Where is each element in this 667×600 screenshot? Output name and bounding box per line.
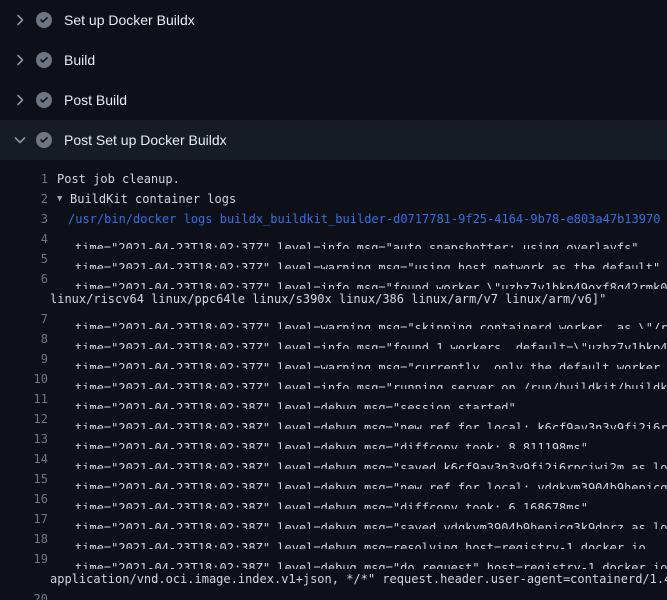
log-content: 1 Post job cleanup. 2 ▼BuildKit container l… (0, 160, 667, 600)
log-row: 18 time="2021-04-23T18:02:38Z" level=debu… (0, 529, 667, 549)
chevron-right-icon[interactable] (12, 92, 28, 108)
workflow-log-viewer: Set up Docker Buildx Build Post Build Po… (0, 0, 667, 600)
log-row: application/vnd.oci.image.index.v1+json,… (0, 569, 667, 589)
log-row: 2 ▼BuildKit container logs (0, 189, 667, 209)
line-number[interactable]: 10 (0, 369, 48, 389)
log-text: time="2021-04-23T18:02:38Z" level=debug … (75, 449, 667, 469)
step-header-build[interactable]: Build (0, 40, 667, 80)
line-number[interactable]: 18 (0, 529, 48, 549)
log-text: time="2021-04-23T18:02:37Z" level=info m… (75, 269, 667, 289)
line-number[interactable]: 4 (0, 229, 48, 249)
log-text: time="2021-04-23T18:02:37Z" level=warnin… (75, 309, 667, 329)
log-group-title: BuildKit container logs (70, 189, 236, 209)
line-number[interactable]: 11 (0, 389, 48, 409)
log-command-text: /usr/bin/docker logs buildx_buildkit_bui… (68, 209, 660, 229)
log-text: application/vnd.oci.image.index.v1+json,… (50, 569, 667, 589)
log-text: time="2021-04-23T18:02:37Z" level=info m… (75, 369, 667, 389)
log-row: 20 time="2021-04-23T18:02:38Z" level=debu… (0, 589, 667, 600)
log-row: 8 time="2021-04-23T18:02:37Z" level=info … (0, 329, 667, 349)
group-toggle-icon[interactable]: ▼ (57, 189, 70, 209)
log-text: time="2021-04-23T18:02:38Z" level=debug … (75, 529, 646, 549)
line-number (0, 569, 48, 589)
line-number[interactable]: 14 (0, 449, 48, 469)
log-text: time="2021-04-23T18:02:38Z" level=debug … (75, 409, 667, 429)
log-row: 17 time="2021-04-23T18:02:38Z" level=debu… (0, 509, 667, 529)
line-number[interactable]: 3 (0, 209, 48, 229)
check-circle-icon (36, 12, 52, 28)
check-circle-icon (36, 52, 52, 68)
log-row: 15 time="2021-04-23T18:02:38Z" level=debu… (0, 469, 667, 489)
log-text: time="2021-04-23T18:02:38Z" level=debug … (75, 589, 667, 600)
log-row: 9 time="2021-04-23T18:02:37Z" level=warni… (0, 349, 667, 369)
log-row: 16 time="2021-04-23T18:02:38Z" level=debu… (0, 489, 667, 509)
log-row: 11 time="2021-04-23T18:02:38Z" level=debu… (0, 389, 667, 409)
log-text: time="2021-04-23T18:02:38Z" level=debug … (75, 489, 588, 509)
log-text: time="2021-04-23T18:02:38Z" level=debug … (75, 549, 667, 569)
line-number[interactable]: 5 (0, 249, 48, 269)
log-row: 12 time="2021-04-23T18:02:38Z" level=debu… (0, 409, 667, 429)
line-number[interactable]: 6 (0, 269, 48, 289)
step-label: Post Set up Docker Buildx (64, 120, 227, 160)
line-number[interactable]: 8 (0, 329, 48, 349)
chevron-right-icon[interactable] (12, 12, 28, 28)
line-number[interactable]: 17 (0, 509, 48, 529)
check-circle-icon (36, 132, 52, 148)
chevron-right-icon[interactable] (12, 52, 28, 68)
chevron-down-icon[interactable] (12, 132, 28, 148)
step-label: Set up Docker Buildx (64, 0, 195, 40)
log-text: time="2021-04-23T18:02:37Z" level=info m… (75, 229, 639, 249)
check-circle-icon (36, 92, 52, 108)
log-text: time="2021-04-23T18:02:37Z" level=warnin… (75, 349, 667, 369)
log-row: 7 time="2021-04-23T18:02:37Z" level=warni… (0, 309, 667, 329)
log-text: time="2021-04-23T18:02:37Z" level=info m… (75, 329, 667, 349)
log-text: time="2021-04-23T18:02:38Z" level=debug … (75, 389, 516, 409)
line-number[interactable]: 2 (0, 189, 48, 209)
log-row: 13 time="2021-04-23T18:02:38Z" level=debu… (0, 429, 667, 449)
log-text: time="2021-04-23T18:02:38Z" level=debug … (75, 469, 667, 489)
log-row: 19 time="2021-04-23T18:02:38Z" level=debu… (0, 549, 667, 569)
log-row: 1 Post job cleanup. (0, 169, 667, 189)
line-number[interactable]: 7 (0, 309, 48, 329)
log-row: 3/usr/bin/docker logs buildx_buildkit_bu… (0, 209, 667, 229)
line-number[interactable]: 1 (0, 169, 48, 189)
log-text: time="2021-04-23T18:02:38Z" level=debug … (75, 509, 667, 529)
log-row: linux/riscv64 linux/ppc64le linux/s390x … (0, 289, 667, 309)
step-header-post-build[interactable]: Post Build (0, 80, 667, 120)
line-number[interactable]: 16 (0, 489, 48, 509)
log-row: 5 time="2021-04-23T18:02:37Z" level=warni… (0, 249, 667, 269)
log-text: time="2021-04-23T18:02:37Z" level=warnin… (75, 249, 660, 269)
step-label: Post Build (64, 80, 127, 120)
log-row: 14 time="2021-04-23T18:02:38Z" level=debu… (0, 449, 667, 469)
line-number[interactable]: 19 (0, 549, 48, 569)
log-row: 10 time="2021-04-23T18:02:37Z" level=info… (0, 369, 667, 389)
log-text: Post job cleanup. (57, 169, 180, 189)
log-text: linux/riscv64 linux/ppc64le linux/s390x … (50, 289, 606, 309)
line-number[interactable]: 13 (0, 429, 48, 449)
line-number[interactable]: 12 (0, 409, 48, 429)
step-header-post-set-up-docker-buildx[interactable]: Post Set up Docker Buildx (0, 120, 667, 160)
line-number[interactable]: 20 (0, 589, 48, 600)
log-row: 6 time="2021-04-23T18:02:37Z" level=info … (0, 269, 667, 289)
log-row: 4 time="2021-04-23T18:02:37Z" level=info … (0, 229, 667, 249)
line-number (0, 289, 48, 309)
step-header-set-up-docker-buildx[interactable]: Set up Docker Buildx (0, 0, 667, 40)
log-text: time="2021-04-23T18:02:38Z" level=debug … (75, 429, 588, 449)
line-number[interactable]: 15 (0, 469, 48, 489)
line-number[interactable]: 9 (0, 349, 48, 369)
step-label: Build (64, 40, 95, 80)
